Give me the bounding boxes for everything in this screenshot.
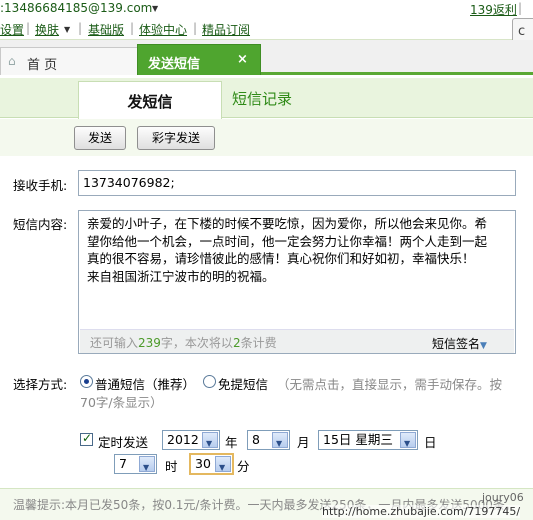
divider: | xyxy=(130,21,135,35)
account-email[interactable]: :13486684185@139.com xyxy=(0,1,152,15)
message-line: 望你给他一个机会，一点时间，他一定会努力让你幸福！两个人走到一起 xyxy=(87,233,488,249)
watermark-user: joury06 xyxy=(482,491,524,504)
month-unit: 月 xyxy=(297,435,310,450)
search-icon: c xyxy=(518,24,526,39)
normal-sms-label[interactable]: 普通短信（推荐） xyxy=(95,374,195,393)
divider: | xyxy=(193,21,198,35)
subtab-send[interactable]: 发短信 xyxy=(78,81,222,119)
flash-sms-note: 70字/条显示） xyxy=(80,395,163,410)
subtab-records-label: 短信记录 xyxy=(232,90,293,108)
day-unit: 日 xyxy=(424,435,437,450)
scheduled-send-checkbox[interactable]: ✓ xyxy=(80,431,93,446)
subtab-records[interactable]: 短信记录 xyxy=(232,88,360,112)
flash-sms-note: （无需点击，直接显示，需手动保存。按 xyxy=(277,377,503,392)
tab-send-sms[interactable]: 发送短信 × xyxy=(137,44,261,75)
tab-home-label: 首 页 xyxy=(27,58,58,73)
home-icon: ⌂ xyxy=(8,54,16,68)
hour-select[interactable]: 7 ▼ xyxy=(114,454,157,474)
hour-unit: 时 xyxy=(165,459,178,474)
year-unit: 年 xyxy=(225,435,238,450)
divider: | xyxy=(78,21,83,35)
subtab-send-label: 发短信 xyxy=(127,93,173,111)
message-line: 真的很不容易，请珍惜彼此的感情！真心祝你们和好如初，幸福快乐！ xyxy=(87,251,475,266)
message-textarea[interactable]: 亲爱的小叶子，在下楼的时候不要吃惊，因为爱你，所以他会来见你。希 望你给他一个机… xyxy=(78,210,516,354)
top-bar: :13486684185@139.com ▼ 设置 | 换肤 ▼ | 基础版 |… xyxy=(0,0,533,40)
chevron-down-icon[interactable]: ▼ xyxy=(64,25,70,34)
divider: | xyxy=(26,21,31,35)
day-select[interactable]: 15日 星期三 ▼ xyxy=(318,430,418,450)
normal-sms-radio[interactable] xyxy=(80,375,93,388)
mode-label: 选择方式: xyxy=(13,377,68,392)
tab-send-sms-label: 发送短信 xyxy=(148,57,201,72)
subscribe-link[interactable]: 精品订阅 xyxy=(202,21,250,38)
close-icon[interactable]: × xyxy=(237,52,248,67)
chevron-down-icon: ▼ xyxy=(480,341,487,351)
phone-input[interactable]: 13734076982; xyxy=(78,170,516,196)
message-text: 亲爱的小叶子，在下楼的时候不要吃惊，因为爱你，所以他会来见你。希 望你给他一个机… xyxy=(87,215,507,285)
settings-link[interactable]: 设置 xyxy=(0,21,24,38)
chevron-down-icon[interactable]: ▼ xyxy=(152,4,158,13)
message-line: 来自祖国浙江宁波市的明的祝福。 xyxy=(87,268,275,284)
message-footer: 还可输入239字，本次将以2条计费 短信签名▼ xyxy=(80,329,514,353)
signature-dropdown[interactable]: 短信签名▼ xyxy=(432,335,487,352)
divider: | xyxy=(518,1,523,15)
experience-center-link[interactable]: 体验中心 xyxy=(139,21,187,38)
tab-home[interactable]: ⌂ 首 页 xyxy=(0,47,138,75)
flash-sms-radio[interactable] xyxy=(203,375,216,388)
year-select[interactable]: 2012 ▼ xyxy=(162,430,220,450)
content-label: 短信内容: xyxy=(13,217,68,232)
message-line: 亲爱的小叶子，在下楼的时候不要吃惊，因为爱你，所以他会来见你。希 xyxy=(87,216,488,231)
watermark-url: http://home.zhubajie.com/7197745/ xyxy=(322,505,521,518)
month-select[interactable]: 8 ▼ xyxy=(247,430,290,450)
basic-version-link[interactable]: 基础版 xyxy=(88,21,124,38)
rebate-link[interactable]: 139返利 xyxy=(470,1,517,18)
checkmark-icon: ✓ xyxy=(82,431,93,445)
send-button[interactable]: 发送 xyxy=(74,126,126,150)
phone-label: 接收手机: xyxy=(13,178,68,193)
scheduled-send-label: 定时发送 xyxy=(98,435,149,450)
mms-send-button[interactable]: 彩字发送 xyxy=(137,126,215,150)
minute-select[interactable]: 30 ▼ xyxy=(189,453,234,475)
flash-sms-label[interactable]: 免提短信 xyxy=(218,374,268,393)
minute-unit: 分 xyxy=(237,459,250,474)
skin-link[interactable]: 换肤 xyxy=(35,21,59,38)
char-count: 还可输入239字，本次将以2条计费 xyxy=(90,336,277,350)
